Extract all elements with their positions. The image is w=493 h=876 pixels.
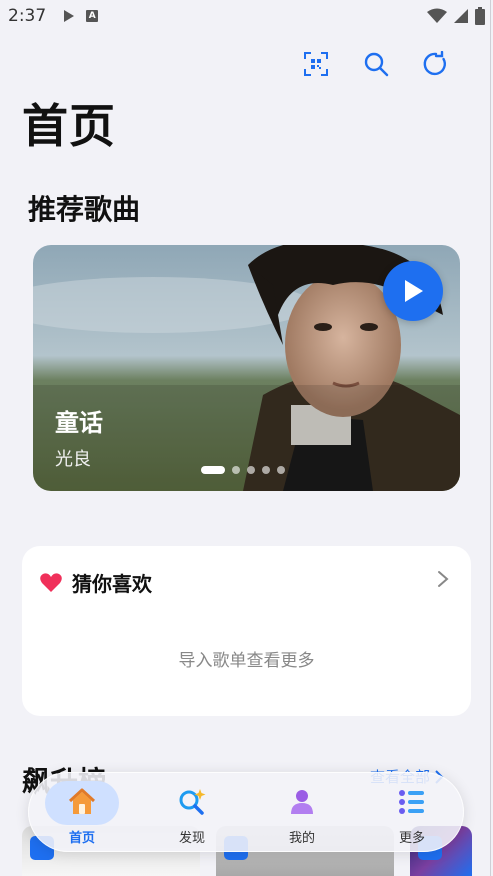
page-title: 首页 xyxy=(22,99,116,153)
qr-scan-icon xyxy=(304,52,328,76)
status-system-icons xyxy=(427,7,485,25)
play-button[interactable] xyxy=(383,261,443,321)
signal-icon xyxy=(454,9,468,23)
nav-discover[interactable]: 发现 xyxy=(147,773,237,853)
media-play-status-icon xyxy=(64,10,75,22)
nav-more[interactable]: 更多 xyxy=(367,773,457,853)
carousel-indicator xyxy=(201,466,285,474)
heart-icon xyxy=(40,572,62,592)
search-button[interactable] xyxy=(360,48,392,80)
recommended-song-card[interactable]: 童话 光良 xyxy=(33,245,460,491)
guess-header: 猜你喜欢 xyxy=(40,568,152,597)
screen-edge-divider xyxy=(490,0,491,876)
nav-discover-label: 发现 xyxy=(178,831,205,846)
bottom-navigation: 首页 发现 我的 更多 xyxy=(28,772,464,852)
chevron-right-icon[interactable] xyxy=(437,570,449,588)
guess-title: 猜你喜欢 xyxy=(72,572,152,596)
song-artist: 光良 xyxy=(55,449,91,470)
discover-icon xyxy=(177,787,207,817)
nav-profile[interactable]: 我的 xyxy=(257,773,347,853)
refresh-icon xyxy=(423,51,446,76)
carousel-dot[interactable] xyxy=(247,466,255,474)
nav-home[interactable]: 首页 xyxy=(37,773,127,853)
user-icon xyxy=(287,787,317,817)
refresh-button[interactable] xyxy=(420,48,452,80)
nav-home-label: 首页 xyxy=(68,831,95,846)
song-title: 童话 xyxy=(55,409,103,437)
list-icon xyxy=(397,787,427,817)
status-bar: 2:37 A xyxy=(0,0,493,32)
carousel-dot[interactable] xyxy=(201,466,225,474)
status-time: 2:37 xyxy=(8,6,47,26)
scan-qr-button[interactable] xyxy=(300,48,332,80)
carousel-dot[interactable] xyxy=(232,466,240,474)
top-actions xyxy=(300,48,452,80)
nav-more-label: 更多 xyxy=(398,831,425,846)
nav-profile-label: 我的 xyxy=(288,831,315,846)
play-icon xyxy=(405,280,423,302)
status-notifications: A xyxy=(64,10,99,22)
home-icon xyxy=(67,787,97,817)
app-a-status-icon: A xyxy=(86,10,99,22)
carousel-dot[interactable] xyxy=(277,466,285,474)
recommend-section-title: 推荐歌曲 xyxy=(28,193,141,226)
battery-icon xyxy=(475,7,485,25)
guess-you-like-card[interactable]: 猜你喜欢 导入歌单查看更多 xyxy=(22,546,471,716)
carousel-dot[interactable] xyxy=(262,466,270,474)
search-icon xyxy=(364,52,389,77)
wifi-icon xyxy=(427,8,447,23)
guess-empty-hint: 导入歌单查看更多 xyxy=(178,651,315,671)
